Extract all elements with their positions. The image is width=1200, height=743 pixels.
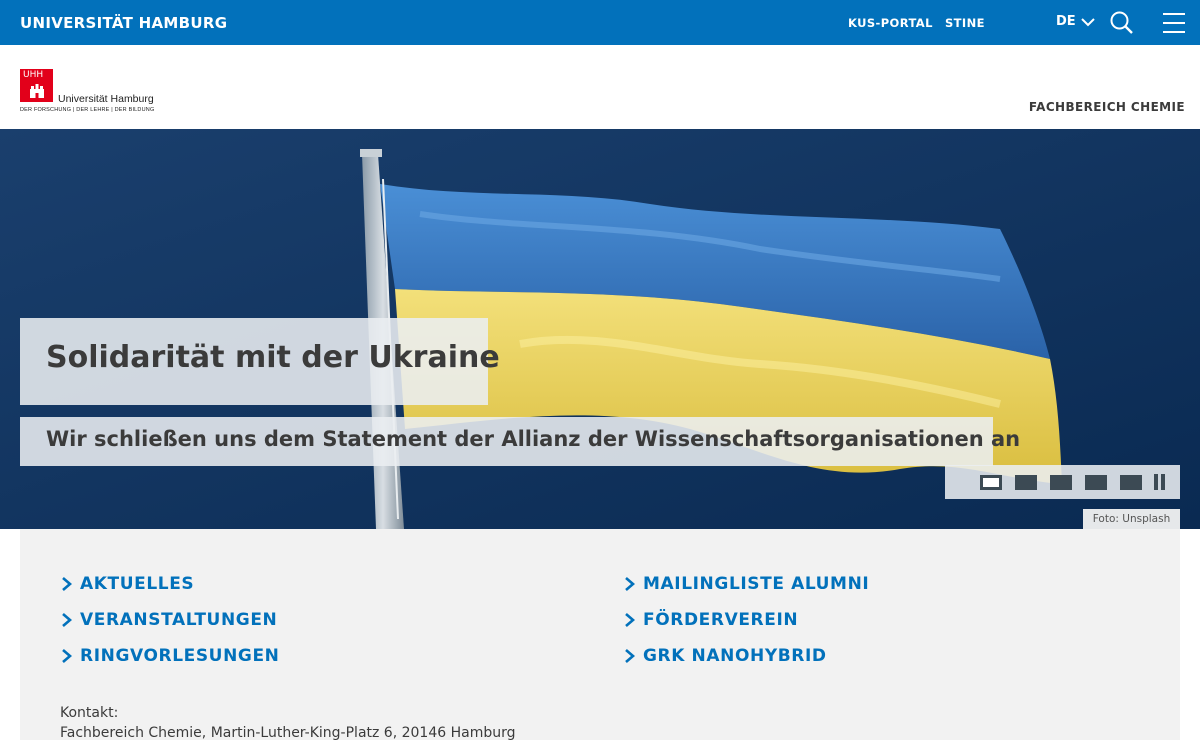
language-label: DE (1056, 14, 1076, 29)
quick-links-panel: AKTUELLES VERANSTALTUNGEN RINGVORLESUNGE… (20, 529, 1180, 743)
slider-controls (945, 465, 1180, 499)
nav-link-kus-portal[interactable]: KUS-PORTAL (848, 16, 933, 30)
contact-block: Kontakt: Fachbereich Chemie, Martin-Luth… (60, 703, 516, 743)
chevron-right-icon (62, 649, 72, 663)
link-foerderverein[interactable]: FÖRDERVEREIN (623, 610, 798, 630)
department-title[interactable]: FACHBEREICH CHEMIE (1029, 100, 1185, 114)
slide-dot-5[interactable] (1120, 475, 1142, 490)
search-icon (1110, 11, 1133, 34)
chevron-down-icon (1080, 17, 1095, 26)
chevron-right-icon (625, 613, 635, 627)
nav-link-stine[interactable]: STINE (945, 16, 985, 30)
photo-credit: Foto: Unsplash (1083, 509, 1180, 529)
link-mailingliste-alumni[interactable]: MAILINGLISTE ALUMNI (623, 574, 869, 594)
link-grk-nanohybrid[interactable]: GRK NANOHYBRID (623, 646, 827, 666)
hero-slider: Solidarität mit der Ukraine Wir schließe… (0, 129, 1200, 529)
search-button[interactable] (1109, 10, 1135, 36)
hero-subtitle-box[interactable]: Wir schließen uns dem Statement der Alli… (20, 417, 1020, 466)
hero-title-box[interactable]: Solidarität mit der Ukraine (20, 318, 500, 405)
pause-icon[interactable] (1153, 474, 1167, 490)
chevron-right-icon (625, 577, 635, 591)
chevron-right-icon (62, 613, 72, 627)
link-veranstaltungen[interactable]: VERANSTALTUNGEN (60, 610, 277, 630)
chevron-right-icon (625, 649, 635, 663)
link-ringvorlesungen[interactable]: RINGVORLESUNGEN (60, 646, 280, 666)
hero-title: Solidarität mit der Ukraine (46, 340, 500, 375)
hero-subtitle: Wir schließen uns dem Statement der Alli… (46, 427, 1021, 451)
contact-label: Kontakt: (60, 705, 119, 721)
brand-title[interactable]: UNIVERSITÄT HAMBURG (20, 14, 227, 32)
slide-dot-1[interactable] (980, 475, 1002, 490)
language-selector[interactable]: DE (1056, 14, 1095, 29)
slide-dot-2[interactable] (1015, 475, 1037, 490)
slide-dot-3[interactable] (1050, 475, 1072, 490)
logo-name: Universität Hamburg (58, 93, 154, 105)
castle-icon (30, 84, 44, 98)
university-logo[interactable]: UHH Universität Hamburg DER FORSCHUNG | … (20, 69, 160, 117)
contact-address: Fachbereich Chemie, Martin-Luther-King-P… (60, 725, 516, 741)
chevron-right-icon (62, 577, 72, 591)
site-header: UHH Universität Hamburg DER FORSCHUNG | … (0, 45, 1200, 129)
logo-tagline: DER FORSCHUNG | DER LEHRE | DER BILDUNG (20, 107, 155, 113)
logo-mark: UHH (20, 69, 53, 102)
menu-icon (1163, 13, 1185, 33)
slide-dot-4[interactable] (1085, 475, 1107, 490)
top-bar: UNIVERSITÄT HAMBURG KUS-PORTAL STINE DE (0, 0, 1200, 45)
menu-button[interactable] (1161, 10, 1187, 36)
link-aktuelles[interactable]: AKTUELLES (60, 574, 194, 594)
